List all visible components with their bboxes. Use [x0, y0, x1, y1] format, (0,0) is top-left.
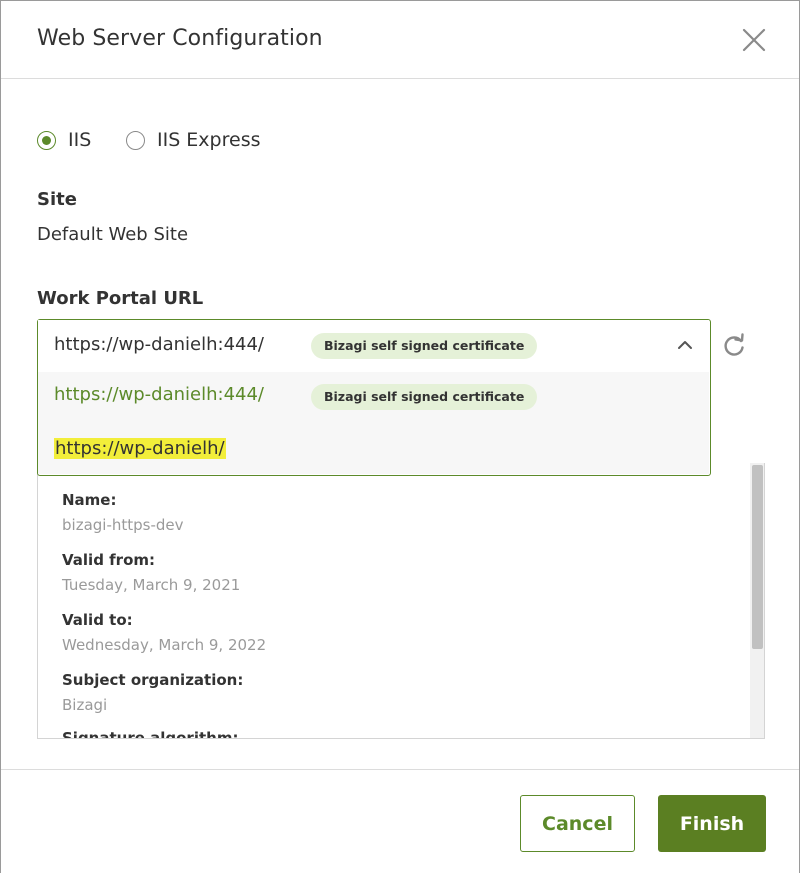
selected-certificate-badge: Bizagi self signed certificate — [311, 333, 538, 359]
option-url-text-wrap: https://wp-danielh/ — [54, 438, 226, 459]
cert-field-subject-org: Subject organization: Bizagi — [62, 671, 243, 714]
cert-field-key: Valid from: — [62, 551, 156, 569]
dialog-footer: Cancel Finish — [1, 769, 799, 873]
dialog-title: Web Server Configuration — [37, 26, 323, 51]
site-label: Site — [37, 189, 77, 210]
option-url-text-highlighted: https://wp-danielh/ — [54, 438, 226, 459]
cert-field-value: Tuesday, March 9, 2021 — [62, 576, 241, 594]
certificate-details-panel: Name: bizagi-https-dev Valid from: Tuesd… — [37, 463, 765, 739]
refresh-icon[interactable] — [722, 333, 746, 359]
selected-url-text: https://wp-danielh:444/ — [54, 334, 264, 355]
cert-panel-scrollbar-thumb[interactable] — [752, 465, 763, 649]
site-value: Default Web Site — [37, 224, 189, 245]
dropdown-option[interactable]: https://wp-danielh/ — [38, 424, 709, 474]
dialog-header: Web Server Configuration — [1, 1, 799, 79]
work-portal-url-dropdown[interactable]: https://wp-danielh:444/ Bizagi self sign… — [37, 319, 711, 476]
option-url-text: https://wp-danielh:444/ — [54, 384, 264, 405]
web-server-config-dialog: Web Server Configuration IIS IIS Express… — [0, 0, 800, 873]
dropdown-selected-value[interactable]: https://wp-danielh:444/ Bizagi self sign… — [38, 320, 709, 372]
radio-iis-express-indicator[interactable] — [126, 131, 145, 150]
cert-field-valid-from: Valid from: Tuesday, March 9, 2021 — [62, 551, 240, 594]
cancel-button[interactable]: Cancel — [520, 795, 635, 852]
cert-field-key: Subject organization: — [62, 671, 244, 689]
radio-iis-express-label: IIS Express — [157, 129, 261, 151]
cert-field-name: Name: bizagi-https-dev — [62, 491, 184, 534]
close-icon[interactable] — [739, 25, 769, 55]
option-certificate-badge: Bizagi self signed certificate — [311, 384, 538, 410]
radio-iis-indicator[interactable] — [37, 131, 56, 150]
radio-iis[interactable]: IIS — [37, 129, 97, 153]
dropdown-option[interactable]: https://wp-danielh:444/ Bizagi self sign… — [38, 372, 709, 422]
cert-field-valid-to: Valid to: Wednesday, March 9, 2022 — [62, 611, 266, 654]
cert-field-value: Wednesday, March 9, 2022 — [62, 636, 267, 654]
cert-field-signature-algorithm: Signature algorithm: — [62, 729, 239, 739]
work-portal-url-label: Work Portal URL — [37, 288, 204, 309]
radio-iis-express[interactable]: IIS Express — [126, 129, 266, 153]
cert-field-key: Name: — [62, 491, 117, 509]
cert-field-value: Bizagi — [62, 696, 108, 714]
dropdown-options-list: https://wp-danielh:444/ Bizagi self sign… — [38, 372, 709, 474]
cert-field-value: bizagi-https-dev — [62, 516, 184, 534]
cert-field-key: Signature algorithm: — [62, 729, 239, 739]
cert-field-key: Valid to: — [62, 611, 133, 629]
radio-iis-label: IIS — [68, 129, 92, 151]
finish-button[interactable]: Finish — [658, 795, 766, 852]
chevron-up-icon[interactable] — [676, 338, 694, 352]
